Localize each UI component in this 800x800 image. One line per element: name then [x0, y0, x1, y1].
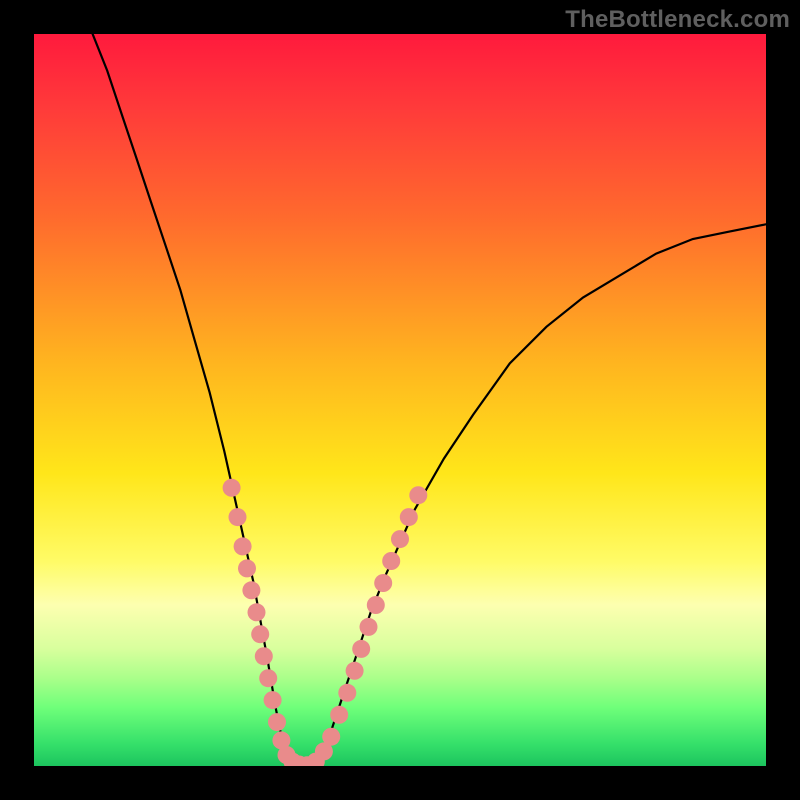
- highlight-dot: [242, 581, 260, 599]
- highlight-dot: [330, 706, 348, 724]
- highlight-dot: [255, 647, 273, 665]
- highlight-dot: [322, 728, 340, 746]
- highlight-dot: [352, 640, 370, 658]
- highlight-dot: [234, 537, 252, 555]
- chart-frame: TheBottleneck.com: [0, 0, 800, 800]
- highlight-dot: [391, 530, 409, 548]
- highlight-dot: [338, 684, 356, 702]
- highlight-dot: [382, 552, 400, 570]
- highlight-dot: [346, 662, 364, 680]
- highlight-dot: [268, 713, 286, 731]
- highlight-dot: [360, 618, 378, 636]
- highlight-dot: [238, 559, 256, 577]
- highlight-dot: [259, 669, 277, 687]
- highlight-dot: [223, 479, 241, 497]
- bottleneck-curve: [93, 34, 766, 766]
- plot-area: [34, 34, 766, 766]
- watermark-label: TheBottleneck.com: [565, 6, 790, 34]
- highlight-dot: [374, 574, 392, 592]
- highlight-dot: [248, 603, 266, 621]
- highlight-dot: [251, 625, 269, 643]
- highlight-dots: [223, 479, 428, 766]
- curve-svg: [34, 34, 766, 766]
- highlight-dot: [409, 486, 427, 504]
- highlight-dot: [264, 691, 282, 709]
- highlight-dot: [400, 508, 418, 526]
- highlight-dot: [229, 508, 247, 526]
- highlight-dot: [367, 596, 385, 614]
